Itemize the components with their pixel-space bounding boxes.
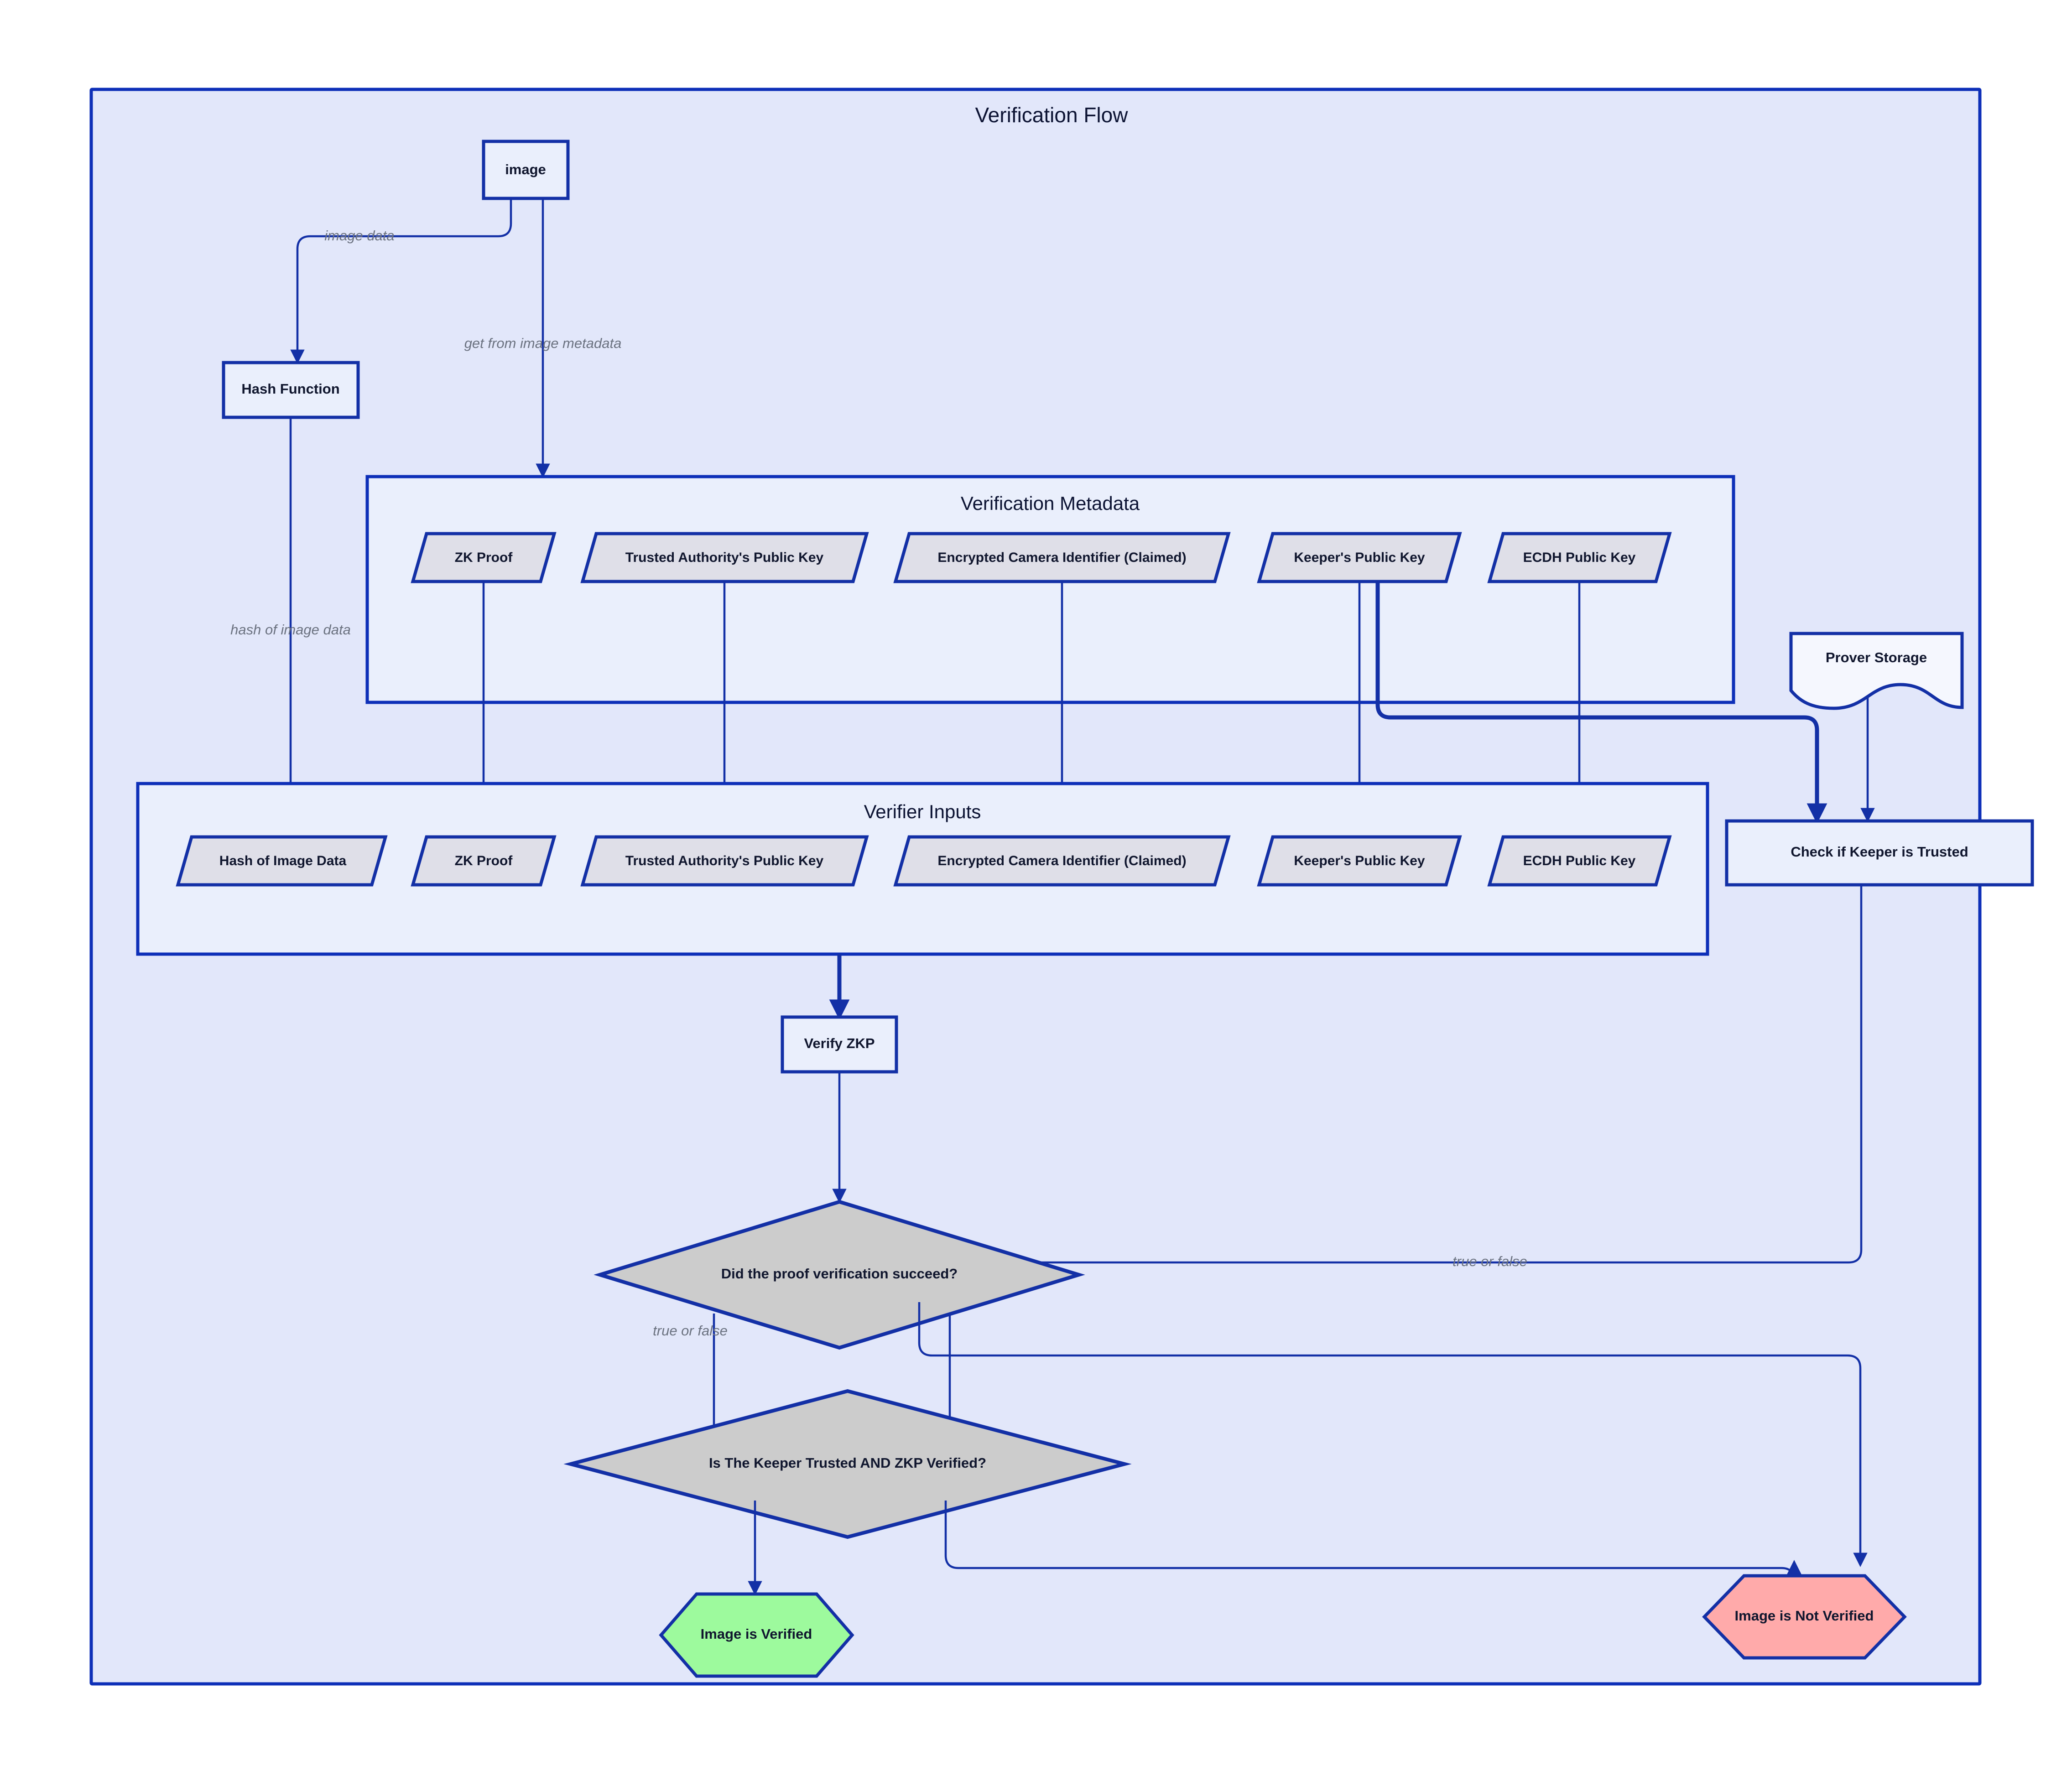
edge-label-true-or-false-right: true or false bbox=[1452, 1253, 1527, 1269]
node-verify-zkp-label: Verify ZKP bbox=[804, 1035, 875, 1051]
edge-label-image-data: image data bbox=[324, 228, 394, 244]
verifier-input-node-zk-proof[interactable]: ZK Proof bbox=[411, 835, 557, 887]
metadata-node-trusted-authority-public-key[interactable]: Trusted Authority's Public Key bbox=[580, 532, 869, 583]
metadata-node-ecdh-public-key[interactable]: ECDH Public Key bbox=[1487, 532, 1672, 583]
metadata-node-keepers-public-key[interactable]: Keeper's Public Key bbox=[1257, 532, 1462, 583]
node-check-keeper-trusted[interactable]: Check if Keeper is Trusted bbox=[1725, 819, 2034, 887]
metadata-node-zk-proof-label: ZK Proof bbox=[455, 550, 513, 565]
node-image-label: image bbox=[505, 161, 546, 177]
verifier-input-node-zk-proof-label: ZK Proof bbox=[455, 853, 513, 868]
verifier-input-node-ecdh-public-key[interactable]: ECDH Public Key bbox=[1487, 835, 1672, 887]
metadata-node-ecdh-public-key-label: ECDH Public Key bbox=[1523, 550, 1636, 565]
verification-flow-svg: Verification Flow image image data get f… bbox=[89, 88, 2034, 1686]
node-image-not-verified-label: Image is Not Verified bbox=[1735, 1608, 1874, 1624]
metadata-node-trusted-authority-public-key-label: Trusted Authority's Public Key bbox=[625, 550, 824, 565]
node-image-verified-label: Image is Verified bbox=[701, 1626, 812, 1642]
node-proof-decision-label: Did the proof verification succeed? bbox=[721, 1266, 958, 1282]
verifier-input-node-ecdh-public-key-label: ECDH Public Key bbox=[1523, 853, 1636, 868]
node-check-keeper-trusted-label: Check if Keeper is Trusted bbox=[1791, 844, 1968, 860]
verifier-input-node-keepers-public-key[interactable]: Keeper's Public Key bbox=[1257, 835, 1462, 887]
metadata-node-zk-proof[interactable]: ZK Proof bbox=[411, 532, 557, 583]
node-image-not-verified[interactable]: Image is Not Verified bbox=[1702, 1574, 1907, 1660]
edge-label-get-from-image-metadata: get from image metadata bbox=[464, 335, 622, 351]
frame-title: Verification Flow bbox=[975, 103, 1129, 127]
verifier-input-node-encrypted-camera-identifier[interactable]: Encrypted Camera Identifier (Claimed) bbox=[893, 835, 1231, 887]
metadata-node-encrypted-camera-identifier-label: Encrypted Camera Identifier (Claimed) bbox=[937, 550, 1186, 565]
node-prover-storage-label: Prover Storage bbox=[1826, 649, 1927, 665]
verifier-input-node-hash-of-image-data-label: Hash of Image Data bbox=[219, 853, 347, 868]
node-image-verified[interactable]: Image is Verified bbox=[659, 1592, 854, 1678]
verifier-input-node-trusted-authority-public-key[interactable]: Trusted Authority's Public Key bbox=[580, 835, 869, 887]
metadata-node-keepers-public-key-label: Keeper's Public Key bbox=[1294, 550, 1425, 565]
edge-label-true-or-false-left: true or false bbox=[653, 1323, 728, 1339]
verifier-input-node-encrypted-camera-identifier-label: Encrypted Camera Identifier (Claimed) bbox=[937, 853, 1186, 868]
subgraph-verification-metadata: Verification Metadata bbox=[365, 475, 1735, 704]
edge-label-hash-of-image-data: hash of image data bbox=[230, 622, 351, 638]
subgraph-verifier-inputs-title: Verifier Inputs bbox=[864, 801, 981, 822]
diagram-canvas: Verification Flow image image data get f… bbox=[0, 0, 2072, 1776]
node-verify-zkp[interactable]: Verify ZKP bbox=[781, 1015, 898, 1074]
node-hash-function-label: Hash Function bbox=[241, 381, 339, 397]
node-hash-function[interactable]: Hash Function bbox=[222, 361, 360, 419]
verifier-input-node-keepers-public-key-label: Keeper's Public Key bbox=[1294, 853, 1425, 868]
verifier-input-node-hash-of-image-data[interactable]: Hash of Image Data bbox=[176, 835, 388, 887]
node-image[interactable]: image bbox=[482, 140, 570, 200]
verifier-input-node-trusted-authority-public-key-label: Trusted Authority's Public Key bbox=[625, 853, 824, 868]
node-final-decision-label: Is The Keeper Trusted AND ZKP Verified? bbox=[709, 1455, 986, 1471]
subgraph-verification-metadata-title: Verification Metadata bbox=[961, 493, 1140, 514]
metadata-node-encrypted-camera-identifier[interactable]: Encrypted Camera Identifier (Claimed) bbox=[893, 532, 1231, 583]
